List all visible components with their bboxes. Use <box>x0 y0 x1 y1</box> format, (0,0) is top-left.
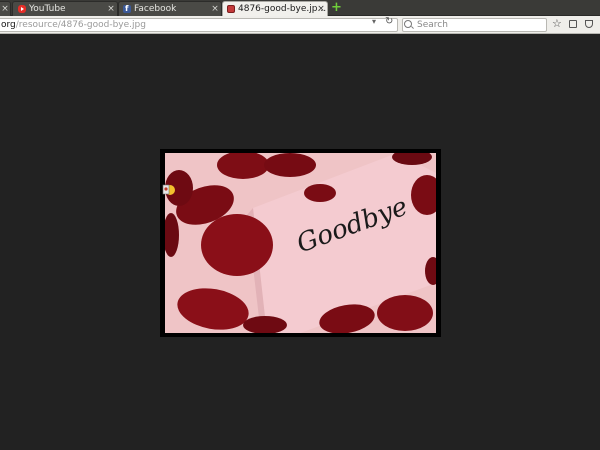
rose-petal <box>304 184 336 202</box>
goodbye-image[interactable]: Goodbye <box>165 153 436 333</box>
tab-label: YouTube <box>29 4 66 14</box>
pocket-icon[interactable] <box>585 20 593 28</box>
url-history-dropdown-icon[interactable]: ▾ <box>372 17 376 26</box>
url-bar[interactable]: org/resource/4876-good-bye.jpg <box>0 18 398 32</box>
tab-strip: × YouTube × Facebook × 4876-good-bye.jp.… <box>0 0 600 17</box>
close-icon[interactable]: × <box>210 2 220 16</box>
navigation-bar: org/resource/4876-good-bye.jpg ▾ ↻ Searc… <box>0 16 600 34</box>
youtube-icon <box>18 5 26 13</box>
image-file-icon <box>227 5 235 13</box>
url-host: org <box>1 20 16 30</box>
close-icon[interactable]: × <box>106 2 116 16</box>
tab-label: 4876-good-bye.jp... <box>238 4 327 14</box>
tab-label: Facebook <box>134 4 177 14</box>
close-icon[interactable]: × <box>316 2 326 16</box>
tab-partial[interactable]: × <box>0 1 11 16</box>
url-path: /resource/4876-good-bye.jpg <box>15 20 146 30</box>
tab-youtube[interactable]: YouTube × <box>12 1 118 16</box>
page-viewport: Goodbye <box>0 35 600 450</box>
reload-icon[interactable]: ↻ <box>385 16 393 27</box>
close-icon[interactable]: × <box>0 2 10 16</box>
rose-petal <box>377 295 433 331</box>
browser-window: × YouTube × Facebook × 4876-good-bye.jp.… <box>0 0 600 450</box>
rose-petal <box>201 214 273 276</box>
library-icon[interactable] <box>569 20 577 28</box>
search-input[interactable]: Search <box>402 18 547 32</box>
image-frame: Goodbye <box>160 149 441 337</box>
tab-facebook[interactable]: Facebook × <box>118 1 222 16</box>
bookmark-star-icon[interactable]: ☆ <box>552 17 562 30</box>
rose-petal <box>264 153 316 177</box>
new-tab-button[interactable]: + <box>331 1 342 14</box>
facebook-icon <box>123 2 131 16</box>
search-icon <box>404 20 412 28</box>
goodbye-image-art: Goodbye <box>165 153 436 333</box>
tab-good-bye-image[interactable]: 4876-good-bye.jp... × <box>222 1 328 17</box>
image-placeholder-icon <box>162 184 175 195</box>
